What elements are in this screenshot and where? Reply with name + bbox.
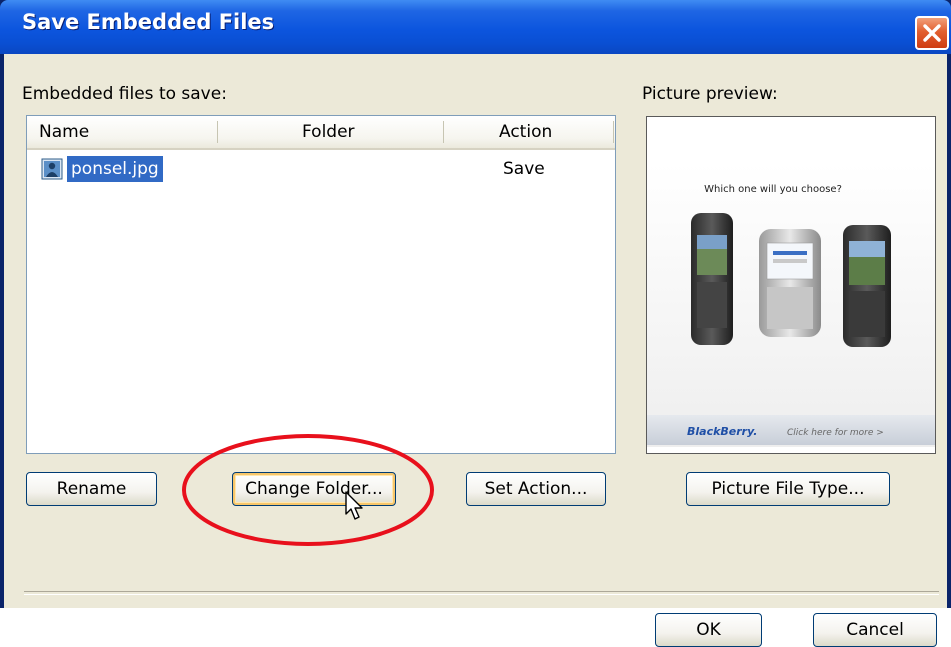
picture-preview: Which one will you choose? BlackBerry. C… bbox=[646, 116, 936, 454]
column-header-action[interactable]: Action bbox=[499, 116, 552, 148]
set-action-button[interactable]: Set Action... bbox=[466, 472, 606, 506]
picture-preview-label: Picture preview: bbox=[642, 84, 778, 104]
list-header: Name Folder Action bbox=[27, 116, 615, 150]
preview-image: Which one will you choose? BlackBerry. C… bbox=[647, 117, 935, 453]
title-bar[interactable]: Save Embedded Files bbox=[0, 0, 951, 54]
preview-tagline: Click here for more > bbox=[787, 428, 884, 438]
column-separator[interactable] bbox=[217, 121, 218, 143]
embedded-files-list[interactable]: Name Folder Action ponsel.jpg Save bbox=[26, 115, 616, 454]
file-name-cell[interactable]: ponsel.jpg bbox=[67, 156, 163, 182]
change-folder-button[interactable]: Change Folder... bbox=[232, 472, 396, 506]
column-separator bbox=[613, 121, 614, 143]
column-header-name[interactable]: Name bbox=[39, 116, 89, 148]
close-button[interactable] bbox=[915, 16, 949, 50]
close-icon bbox=[923, 24, 941, 42]
preview-brand: BlackBerry. bbox=[687, 425, 757, 438]
image-file-icon bbox=[41, 158, 63, 180]
separator-line bbox=[24, 591, 939, 595]
picture-file-type-button[interactable]: Picture File Type... bbox=[686, 472, 890, 506]
column-separator[interactable] bbox=[443, 121, 444, 143]
dialog-body: Embedded files to save: Name Folder Acti… bbox=[4, 54, 947, 647]
window-title: Save Embedded Files bbox=[22, 10, 275, 34]
cancel-button[interactable]: Cancel bbox=[813, 613, 937, 647]
embedded-files-label: Embedded files to save: bbox=[22, 84, 227, 104]
mouse-cursor-icon bbox=[345, 491, 363, 520]
list-item[interactable]: ponsel.jpg Save bbox=[37, 156, 607, 182]
file-action-cell: Save bbox=[503, 159, 545, 179]
rename-button[interactable]: Rename bbox=[26, 472, 157, 506]
save-embedded-files-dialog: Save Embedded Files Embedded files to sa… bbox=[0, 0, 951, 647]
preview-headline: Which one will you choose? bbox=[704, 184, 842, 195]
column-header-folder[interactable]: Folder bbox=[302, 116, 355, 148]
ok-button[interactable]: OK bbox=[655, 613, 762, 647]
